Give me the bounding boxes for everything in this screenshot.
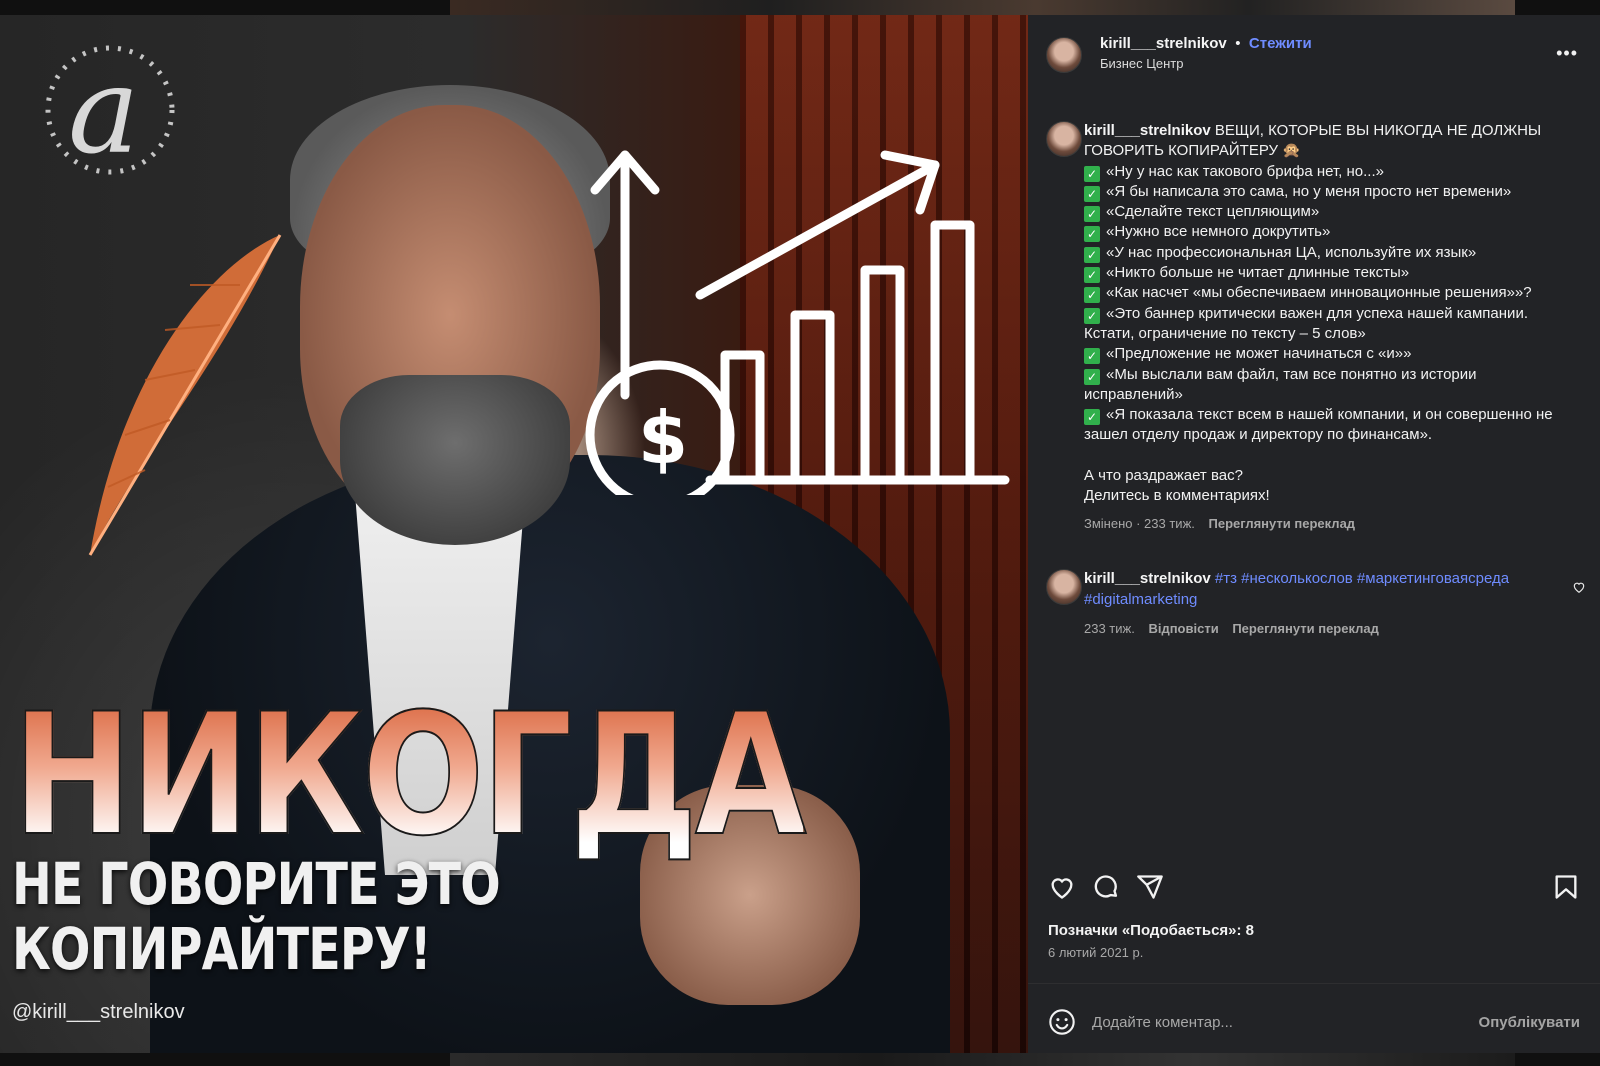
post-caption: kirill___strelnikov ВЕЩИ, КОТОРЫЕ ВЫ НИК…: [1084, 121, 1574, 535]
share-icon[interactable]: [1136, 873, 1164, 901]
location-link[interactable]: Бизнес Центр: [1100, 56, 1312, 71]
emoji-icon[interactable]: [1048, 1008, 1076, 1036]
check-icon: ✓: [1084, 185, 1100, 202]
caption-question: А что раздражает вас?: [1084, 466, 1243, 484]
likes-count[interactable]: Позначки «Подобається»: 8: [1048, 922, 1254, 939]
caption-item: «Я показала текст всем в нашей компании,…: [1084, 406, 1553, 444]
svg-text:a: a: [68, 42, 140, 180]
post-header: kirill___strelnikov • Стежити Бизнес Цен…: [1028, 15, 1600, 95]
caption-item: «У нас профессиональная ЦА, используйте …: [1106, 243, 1477, 261]
check-icon: ✓: [1084, 287, 1100, 304]
bookmark-icon[interactable]: [1552, 873, 1580, 901]
check-icon: ✓: [1084, 267, 1100, 284]
post-date: 6 лютий 2021 р.: [1048, 945, 1144, 960]
media-watermark: @kirill___strelnikov: [12, 1001, 185, 1023]
check-icon: ✓: [1084, 246, 1100, 263]
brand-logo-icon: a: [45, 42, 175, 180]
caption-edited-time: Змінено · 233 тиж.: [1084, 516, 1195, 532]
comment-username[interactable]: kirill___strelnikov: [1084, 570, 1211, 587]
post-actions: [1028, 873, 1600, 913]
see-translation-link[interactable]: Переглянути переклад: [1209, 516, 1356, 531]
comment-icon[interactable]: [1092, 873, 1120, 901]
author-username[interactable]: kirill___strelnikov: [1100, 35, 1227, 52]
caption-item: «Мы выслали вам файл, там все понятно из…: [1084, 365, 1477, 403]
caption-item: «Сделайте текст цепляющим»: [1106, 203, 1320, 221]
caption-cta: Делитесь в комментариях!: [1084, 487, 1270, 505]
caption-item: «Нужно все немного докрутить»: [1106, 223, 1331, 241]
person-beard: [340, 375, 570, 545]
growth-chart-icon: $: [585, 150, 1010, 495]
comment-avatar[interactable]: [1046, 569, 1082, 605]
caption-item: «Никто больше не читает длинные тексты»: [1106, 264, 1410, 282]
comment-input[interactable]: [1092, 1008, 1452, 1036]
comment-age: 233 тиж.: [1084, 621, 1135, 636]
more-options-icon[interactable]: •••: [1556, 43, 1578, 64]
caption-item: «Как насчет «мы обеспечиваем инновационн…: [1106, 284, 1532, 302]
caption-item: «Предложение не может начинаться с «и»»: [1106, 345, 1412, 363]
check-icon: ✓: [1084, 348, 1100, 365]
caption-item: «Это баннер критически важен для успеха …: [1084, 304, 1528, 342]
comment-composer: Опублікувати: [1028, 983, 1600, 1053]
caption-username[interactable]: kirill___strelnikov: [1084, 122, 1211, 139]
feed-background-bottom: [450, 1053, 1515, 1066]
comment-translate-link[interactable]: Переглянути переклад: [1232, 621, 1379, 636]
check-icon: ✓: [1084, 226, 1100, 243]
like-icon[interactable]: [1048, 873, 1076, 901]
follow-button[interactable]: Стежити: [1249, 35, 1312, 52]
check-icon: ✓: [1084, 165, 1100, 182]
caption-avatar[interactable]: [1046, 121, 1082, 157]
author-avatar[interactable]: [1046, 37, 1082, 73]
check-icon: ✓: [1084, 206, 1100, 223]
feather-icon: [88, 234, 282, 556]
caption-item: «Я бы написала это сама, но у меня прост…: [1106, 182, 1512, 200]
comment-item: kirill___strelnikov #тз #несколькослов #…: [1084, 568, 1534, 639]
header-separator: •: [1235, 35, 1241, 52]
check-icon: ✓: [1084, 368, 1100, 385]
check-icon: ✓: [1084, 307, 1100, 324]
post-image[interactable]: a $ НИКОГДА НЕ ГОВОРИТЕ ЭТО КОПИРАЙТЕРУ!…: [0, 15, 1028, 1053]
media-headline: НИКОГДА: [11, 677, 807, 873]
check-icon: ✓: [1084, 409, 1100, 426]
comment-like-icon[interactable]: [1572, 580, 1586, 594]
svg-text:$: $: [638, 396, 688, 480]
post-details-panel: kirill___strelnikov • Стежити Бизнес Цен…: [1028, 15, 1600, 1053]
reply-button[interactable]: Відповісти: [1148, 621, 1218, 636]
media-subline-1: НЕ ГОВОРИТЕ ЭТО: [12, 850, 501, 918]
post-modal: a $ НИКОГДА НЕ ГОВОРИТЕ ЭТО КОПИРАЙТЕРУ!…: [0, 0, 1600, 1066]
header-text: kirill___strelnikov • Стежити Бизнес Цен…: [1100, 35, 1312, 71]
media-subline-2: КОПИРАЙТЕРУ!: [12, 915, 432, 983]
publish-button[interactable]: Опублікувати: [1479, 1014, 1580, 1031]
feed-background-top: [450, 0, 1515, 15]
caption-item: «Ну у нас как такового брифа нет, но...»: [1106, 162, 1384, 180]
